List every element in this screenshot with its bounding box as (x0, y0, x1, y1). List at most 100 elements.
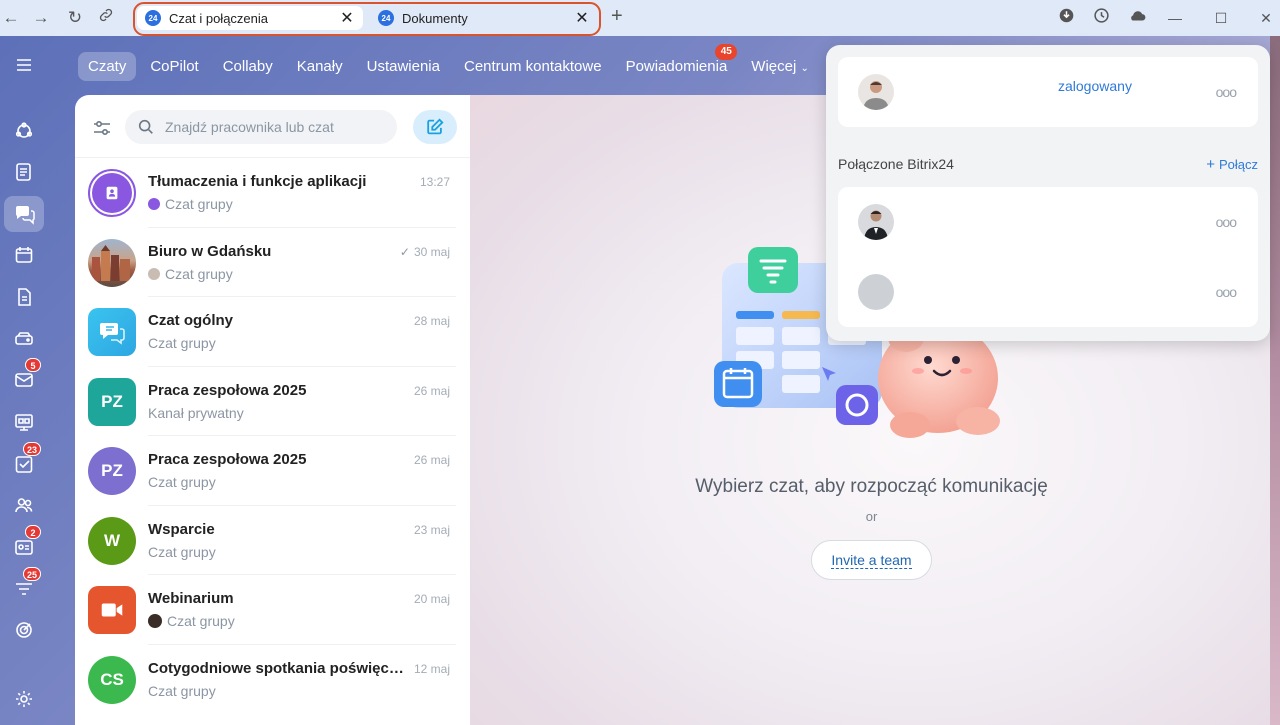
chat-subtitle: Czat grupy (148, 474, 216, 490)
read-check-icon: ✓ (399, 244, 410, 259)
chat-list-header: Znajdź pracownika lub czat (75, 95, 470, 158)
calendar-icon[interactable] (4, 237, 44, 273)
connect-button[interactable]: + Połącz (1206, 156, 1258, 173)
chat-type: Czat grupy (148, 682, 216, 699)
left-sidebar: 5 23 2 25 (0, 36, 48, 725)
funnel-badge: 25 (22, 567, 41, 581)
nav-ustawienia[interactable]: Ustawienia (357, 52, 450, 81)
nav-wiecej-label: Więcej (751, 57, 797, 75)
user-mini-avatar (148, 267, 160, 280)
nav-wiecej[interactable]: Więcej ⌄ (741, 52, 819, 81)
forward-icon[interactable]: → (30, 7, 52, 29)
nav-kanaly[interactable]: Kanały (287, 52, 353, 81)
feed-icon[interactable] (4, 154, 44, 190)
search-input[interactable]: Znajdź pracownika lub czat (125, 110, 397, 144)
chat-avatar: PZ (88, 377, 136, 426)
nav-powiadomienia-label: Powiadomienia (625, 57, 728, 75)
account-row[interactable]: ooo (838, 187, 1258, 257)
link-icon[interactable] (95, 7, 117, 29)
cloud-icon[interactable] (1126, 7, 1148, 29)
new-chat-button[interactable] (413, 110, 457, 144)
maximize-icon[interactable]: ☐ (1210, 7, 1232, 29)
video-camera-icon (101, 603, 123, 617)
chat-list-item[interactable]: W Wsparcie Czat grupy 23 maj (75, 506, 470, 575)
chats-icon[interactable] (4, 196, 44, 232)
chat-title: Cotygodniowe spotkania poświęcon... (148, 659, 408, 677)
chat-avatar: PZ (88, 447, 136, 495)
nav-powiadomienia[interactable]: Powiadomienia 45 (616, 43, 738, 81)
chat-avatar: CS (88, 655, 136, 704)
close-icon[interactable]: ✕ (574, 8, 590, 28)
documents-icon[interactable] (4, 279, 44, 315)
search-icon (138, 119, 153, 134)
chat-subtitle: Czat grupy (148, 335, 216, 351)
funnel-icon[interactable]: 25 (4, 567, 44, 607)
invite-team-button[interactable]: Invite a team (811, 540, 932, 580)
chat-list-item[interactable]: PZ Praca zespołowa 2025 Kanał prywatny 2… (75, 367, 470, 436)
group-mini-icon (148, 198, 160, 210)
nav-centrum-kontaktowe[interactable]: Centrum kontaktowe (454, 52, 612, 81)
tab-dokumenty[interactable]: 24 Dokumenty ✕ (370, 6, 598, 30)
plus-icon: + (1206, 156, 1215, 173)
nav-collaby[interactable]: Collaby (213, 52, 283, 81)
empty-state-or: or (865, 509, 878, 524)
chat-type: Czat grupy (148, 474, 216, 490)
chat-list-item[interactable]: Czat ogólny Czat grupy 28 maj (75, 297, 470, 367)
mail-badge: 5 (25, 358, 41, 372)
chat-avatar: W (88, 516, 136, 565)
bitrix-logo-icon: 24 (378, 10, 394, 26)
chat-list-item[interactable]: CS Cotygodniowe spotkania poświęcon... C… (75, 645, 470, 715)
new-tab-icon[interactable]: + (611, 5, 623, 28)
minimize-icon[interactable]: — (1164, 7, 1186, 29)
close-window-icon[interactable]: ✕ (1255, 7, 1277, 29)
chat-list-item[interactable]: PZ Praca zespołowa 2025 Czat grupy 26 ma… (75, 436, 470, 506)
empty-state-title: Wybierz czat, aby rozpocząć komunikację (695, 476, 1048, 497)
activity-stream-icon[interactable] (4, 113, 44, 149)
chat-list-item[interactable]: Biuro w Gdańsku Czat grupy ✓ 30 maj (75, 228, 470, 297)
menu-icon[interactable] (4, 47, 44, 83)
more-options-icon[interactable]: ooo (1216, 84, 1237, 100)
history-icon[interactable] (1090, 7, 1112, 29)
account-row[interactable]: ooo (838, 257, 1258, 327)
more-options-icon[interactable]: ooo (1216, 284, 1237, 300)
download-icon[interactable] (1055, 7, 1077, 29)
chat-date: 13:27 (419, 175, 450, 189)
chat-bubbles-icon (100, 323, 125, 345)
chat-type: Kanał prywatny (148, 404, 244, 421)
chat-title: Czat ogólny (148, 312, 233, 329)
chat-date: 12 maj (413, 661, 450, 676)
nav-copilot[interactable]: CoPilot (140, 52, 208, 81)
reload-icon[interactable]: ↻ (64, 7, 86, 29)
contacts-book-icon (106, 186, 118, 200)
boards-icon[interactable] (4, 404, 44, 440)
back-icon[interactable]: ← (0, 7, 22, 29)
nav-czaty[interactable]: Czaty (78, 51, 137, 81)
chat-list-panel: Znajdź pracownika lub czat Tłumaczenia i… (75, 95, 470, 725)
goals-icon[interactable] (4, 612, 44, 648)
chat-subtitle: Czat grupy (148, 266, 233, 282)
tasks-icon[interactable]: 23 (4, 442, 44, 482)
chat-avatar (88, 308, 136, 356)
current-account-card[interactable]: zalogowany ooo (838, 57, 1258, 127)
user-mini-avatar (148, 614, 162, 628)
crm-icon[interactable]: 2 (4, 525, 44, 565)
browser-tab-bar: ← → ↻ 24 Czat i połączenia ✕ 24 Dokument… (0, 0, 1280, 36)
chat-avatar (88, 586, 136, 634)
chevron-down-icon: ⌄ (800, 62, 809, 74)
settings-icon[interactable] (4, 681, 44, 717)
account-status: zalogowany (1058, 78, 1132, 94)
mail-icon[interactable]: 5 (4, 358, 44, 398)
chat-type: Czat grupy (167, 613, 235, 629)
chat-list-item[interactable]: Tłumaczenia i funkcje aplikacji Czat gru… (75, 158, 470, 228)
filter-icon[interactable] (91, 117, 113, 139)
account-row[interactable]: zalogowany ooo (838, 57, 1258, 127)
drive-icon[interactable] (4, 321, 44, 357)
tab-czat[interactable]: 24 Czat i połączenia ✕ (137, 6, 363, 30)
close-icon[interactable]: ✕ (339, 8, 355, 28)
more-options-icon[interactable]: ooo (1216, 214, 1237, 230)
compose-icon (427, 118, 444, 135)
chat-date: ✓ 30 maj (400, 245, 450, 259)
contacts-icon[interactable] (4, 487, 44, 523)
chat-list-item[interactable]: Webinarium Czat grupy 20 maj (75, 575, 470, 645)
chat-title: Tłumaczenia i funkcje aplikacji (148, 173, 367, 190)
